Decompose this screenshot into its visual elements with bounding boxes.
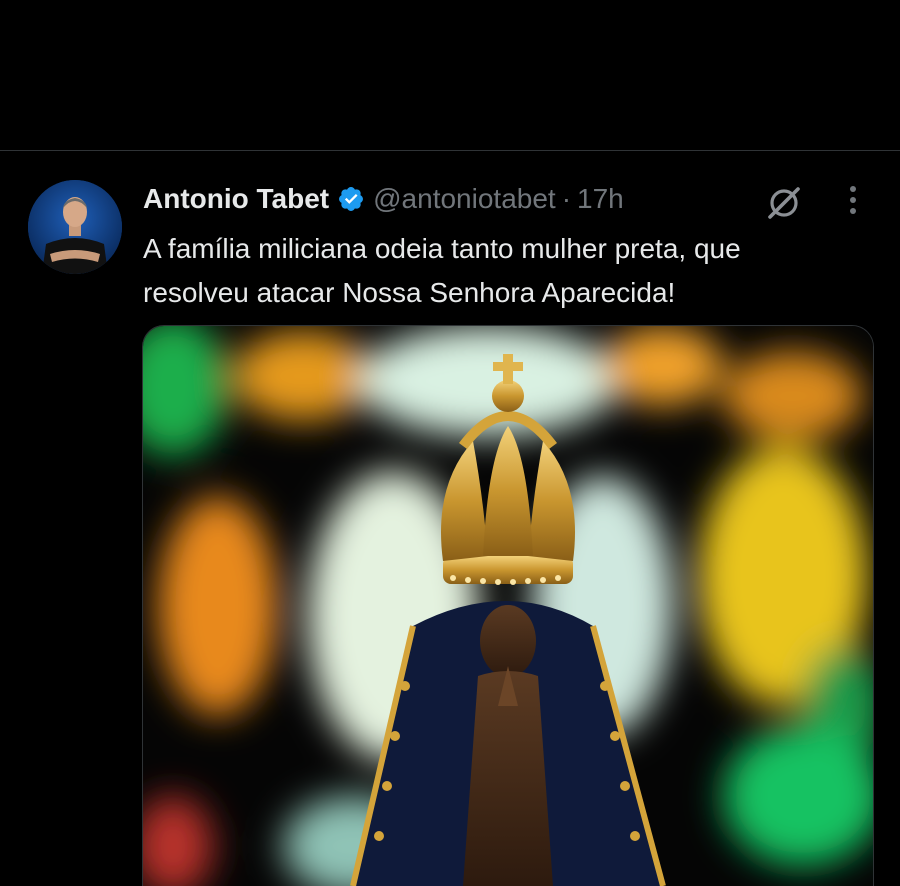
top-empty-area	[0, 0, 900, 150]
avatar[interactable]	[28, 180, 122, 274]
tweet-text-line: A família miliciana odeia tanto mulher p…	[143, 233, 741, 264]
tweet-text-line: resolveu atacar Nossa Senhora Aparecida!	[143, 277, 676, 308]
grok-icon[interactable]	[764, 183, 804, 223]
tweet-timestamp[interactable]: 17h	[577, 183, 624, 215]
author-handle[interactable]: @antoniotabet	[373, 183, 556, 215]
tweet[interactable]: Antonio Tabet @antoniotabet · 17h A famí…	[0, 151, 900, 886]
tweet-text: A família miliciana odeia tanto mulher p…	[143, 227, 863, 315]
separator-dot: ·	[561, 183, 572, 214]
author-display-name[interactable]: Antonio Tabet	[143, 183, 329, 215]
verified-badge-icon[interactable]	[337, 185, 365, 213]
tweet-media-image[interactable]	[142, 325, 874, 886]
more-vertical-icon[interactable]	[838, 183, 868, 219]
tweet-header: Antonio Tabet @antoniotabet · 17h	[143, 181, 624, 217]
